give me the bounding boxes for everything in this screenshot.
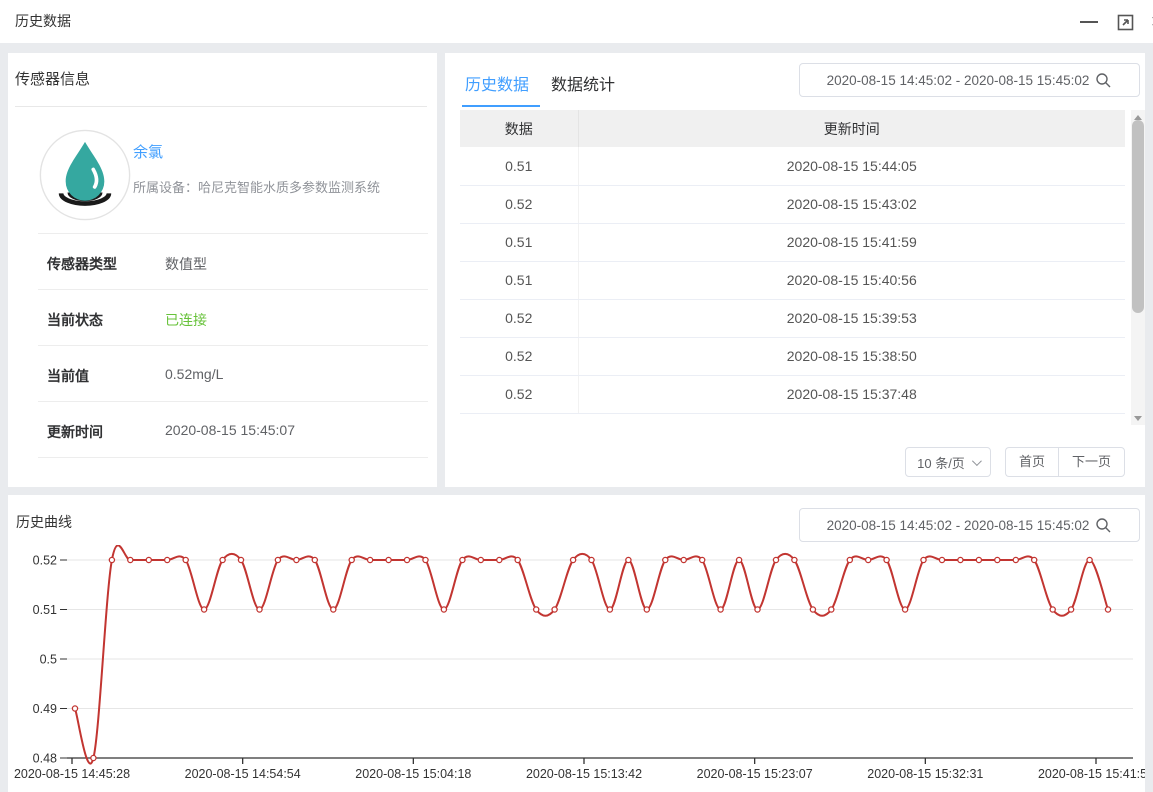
sensor-current-value: 0.52mg/L <box>165 366 223 382</box>
titlebar: 历史数据 ✕ <box>0 0 1153 43</box>
search-icon[interactable] <box>1095 72 1112 89</box>
next-page-button[interactable]: 下一页 <box>1058 447 1125 477</box>
sensor-name[interactable]: 余氯 <box>133 141 163 162</box>
curve-date-range-value: 2020-08-15 14:45:02 - 2020-08-15 15:45:0… <box>827 518 1096 533</box>
first-page-button[interactable]: 首页 <box>1005 447 1058 477</box>
scroll-down-arrow-icon[interactable] <box>1131 411 1145 425</box>
history-data-window: { "window": { "title": "历史数据", "controls… <box>0 0 1153 792</box>
sensor-type-value: 数值型 <box>165 254 207 274</box>
curve-date-range-input[interactable]: 2020-08-15 14:45:02 - 2020-08-15 15:45:0… <box>799 508 1140 542</box>
table-row[interactable]: 0.522020-08-15 15:39:53 <box>460 299 1125 337</box>
table-row[interactable]: 0.522020-08-15 15:37:48 <box>460 375 1125 413</box>
table-date-range-value: 2020-08-15 14:45:02 - 2020-08-15 15:45:0… <box>827 73 1096 88</box>
tab-data-statistics[interactable]: 数据统计 <box>551 71 615 95</box>
history-curve-panel: 历史曲线 2020-08-15 14:45:02 - 2020-08-15 15… <box>8 495 1145 792</box>
svg-text:0.5: 0.5 <box>40 653 57 667</box>
table-row[interactable]: 0.512020-08-15 15:41:59 <box>460 223 1125 261</box>
close-button[interactable]: ✕ <box>1146 11 1153 33</box>
table-header-row: 数据 更新时间 <box>460 110 1125 147</box>
pagination: 10 条/页 首页 下一页 <box>905 447 1125 477</box>
sensor-update-time-label: 更新时间 <box>47 422 103 442</box>
sensor-info-panel: 传感器信息 余氯 所属设备：哈尼克智能水质多参数监测系统 传感器类型 数值型 当… <box>8 53 437 487</box>
sensor-attributes: 传感器类型 数值型 当前状态 已连接 当前值 0.52mg/L 更新时间 202… <box>38 233 428 458</box>
water-drop-icon <box>39 129 131 221</box>
tab-history-data[interactable]: 历史数据 <box>465 71 529 95</box>
sensor-current-value-row: 当前值 0.52mg/L <box>38 346 428 402</box>
sensor-status-row: 当前状态 已连接 <box>38 290 428 346</box>
svg-text:2020-08-15 14:45:28: 2020-08-15 14:45:28 <box>14 767 130 781</box>
table-date-range-input[interactable]: 2020-08-15 14:45:02 - 2020-08-15 15:45:0… <box>799 63 1140 97</box>
svg-text:2020-08-15 15:23:07: 2020-08-15 15:23:07 <box>697 767 813 781</box>
maximize-icon <box>1117 14 1134 31</box>
minimize-button[interactable] <box>1078 11 1100 33</box>
table-scrollbar[interactable] <box>1131 110 1145 425</box>
sensor-type-label: 传感器类型 <box>47 254 117 274</box>
sensor-update-time-row: 更新时间 2020-08-15 15:45:07 <box>38 402 428 458</box>
active-tab-underline <box>462 105 540 107</box>
search-icon[interactable] <box>1095 517 1112 534</box>
window-title: 历史数据 <box>15 0 71 43</box>
svg-text:2020-08-15 15:13:42: 2020-08-15 15:13:42 <box>526 767 642 781</box>
sensor-update-time-value: 2020-08-15 15:45:07 <box>165 422 295 438</box>
sensor-panel-title: 传感器信息 <box>15 53 427 107</box>
sensor-device-label: 所属设备：哈尼克智能水质多参数监测系统 <box>133 177 380 196</box>
sensor-status-value: 已连接 <box>165 310 207 330</box>
svg-text:0.52: 0.52 <box>33 554 57 568</box>
sensor-status-label: 当前状态 <box>47 310 103 330</box>
page-size-value: 10 条/页 <box>917 453 965 472</box>
svg-text:0.48: 0.48 <box>33 752 57 766</box>
svg-text:0.51: 0.51 <box>33 603 57 617</box>
svg-text:2020-08-15 15:04:18: 2020-08-15 15:04:18 <box>355 767 471 781</box>
svg-text:2020-08-15 14:54:54: 2020-08-15 14:54:54 <box>185 767 301 781</box>
maximize-button[interactable] <box>1114 11 1136 33</box>
chevron-down-icon <box>972 456 982 466</box>
col-header-update-time: 更新时间 <box>578 110 1125 147</box>
table-row[interactable]: 0.512020-08-15 15:44:05 <box>460 147 1125 185</box>
minimize-icon <box>1080 21 1098 23</box>
history-line-chart: 0.48 0.49 0.5 0.51 0.52 2020-08-15 14:45:28 20… <box>8 545 1145 792</box>
table-row[interactable]: 0.522020-08-15 15:38:50 <box>460 337 1125 375</box>
col-header-data: 数据 <box>460 110 578 147</box>
svg-text:2020-08-15 15:32:31: 2020-08-15 15:32:31 <box>867 767 983 781</box>
history-table: 数据 更新时间 0.512020-08-15 15:44:050.522020-… <box>460 110 1139 425</box>
table-row[interactable]: 0.522020-08-15 15:43:02 <box>460 185 1125 223</box>
scrollbar-thumb[interactable] <box>1132 120 1144 313</box>
curve-panel-title: 历史曲线 <box>16 512 72 532</box>
svg-text:0.49: 0.49 <box>33 702 57 716</box>
table-row[interactable]: 0.512020-08-15 15:40:56 <box>460 261 1125 299</box>
sensor-current-value-label: 当前值 <box>47 366 89 386</box>
sensor-type-row: 传感器类型 数值型 <box>38 234 428 290</box>
history-data-panel: 历史数据 数据统计 2020-08-15 14:45:02 - 2020-08-… <box>445 53 1145 487</box>
history-table-body: 0.512020-08-15 15:44:050.522020-08-15 15… <box>460 147 1125 413</box>
page-size-select[interactable]: 10 条/页 <box>905 447 991 477</box>
svg-text:2020-08-15 15:41:59: 2020-08-15 15:41:59 <box>1038 767 1145 781</box>
